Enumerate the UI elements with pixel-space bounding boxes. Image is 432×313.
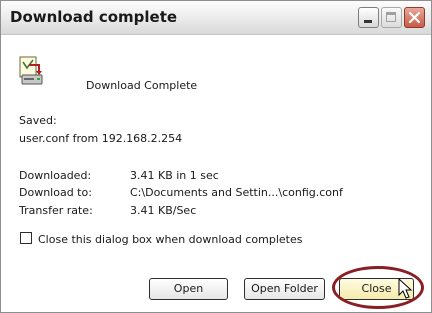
downloaded-label: Downloaded: xyxy=(19,169,92,182)
close-window-button[interactable] xyxy=(404,7,425,28)
close-icon xyxy=(408,11,421,24)
dialog-body: Download Complete Saved: user.conf from … xyxy=(1,35,431,312)
open-button[interactable]: Open xyxy=(149,278,228,300)
close-on-complete-checkbox[interactable] xyxy=(20,232,32,244)
minimize-button[interactable] xyxy=(358,7,379,28)
download-file-icon xyxy=(19,56,43,85)
saved-label: Saved: xyxy=(19,114,57,127)
open-folder-button[interactable]: Open Folder xyxy=(244,278,325,300)
window-title: Download complete xyxy=(10,8,178,26)
transfer-rate-value: 3.41 KB/Sec xyxy=(130,204,197,217)
minimize-icon xyxy=(364,20,372,23)
download-to-value: C:\Documents and Settin...\config.conf xyxy=(130,186,343,199)
maximize-button xyxy=(381,7,402,28)
saved-value: user.conf from 192.168.2.254 xyxy=(19,132,183,145)
close-on-complete-label[interactable]: Close this dialog box when download comp… xyxy=(38,233,302,246)
transfer-rate-label: Transfer rate: xyxy=(19,204,93,217)
maximize-icon xyxy=(386,12,396,22)
dialog-heading: Download Complete xyxy=(86,79,198,92)
download-dialog-window: Download complete Download Complete Save… xyxy=(0,0,432,313)
download-to-label: Download to: xyxy=(19,186,92,199)
title-bar[interactable]: Download complete xyxy=(1,1,431,35)
downloaded-value: 3.41 KB in 1 sec xyxy=(130,169,219,182)
mouse-pointer-icon xyxy=(398,278,413,299)
